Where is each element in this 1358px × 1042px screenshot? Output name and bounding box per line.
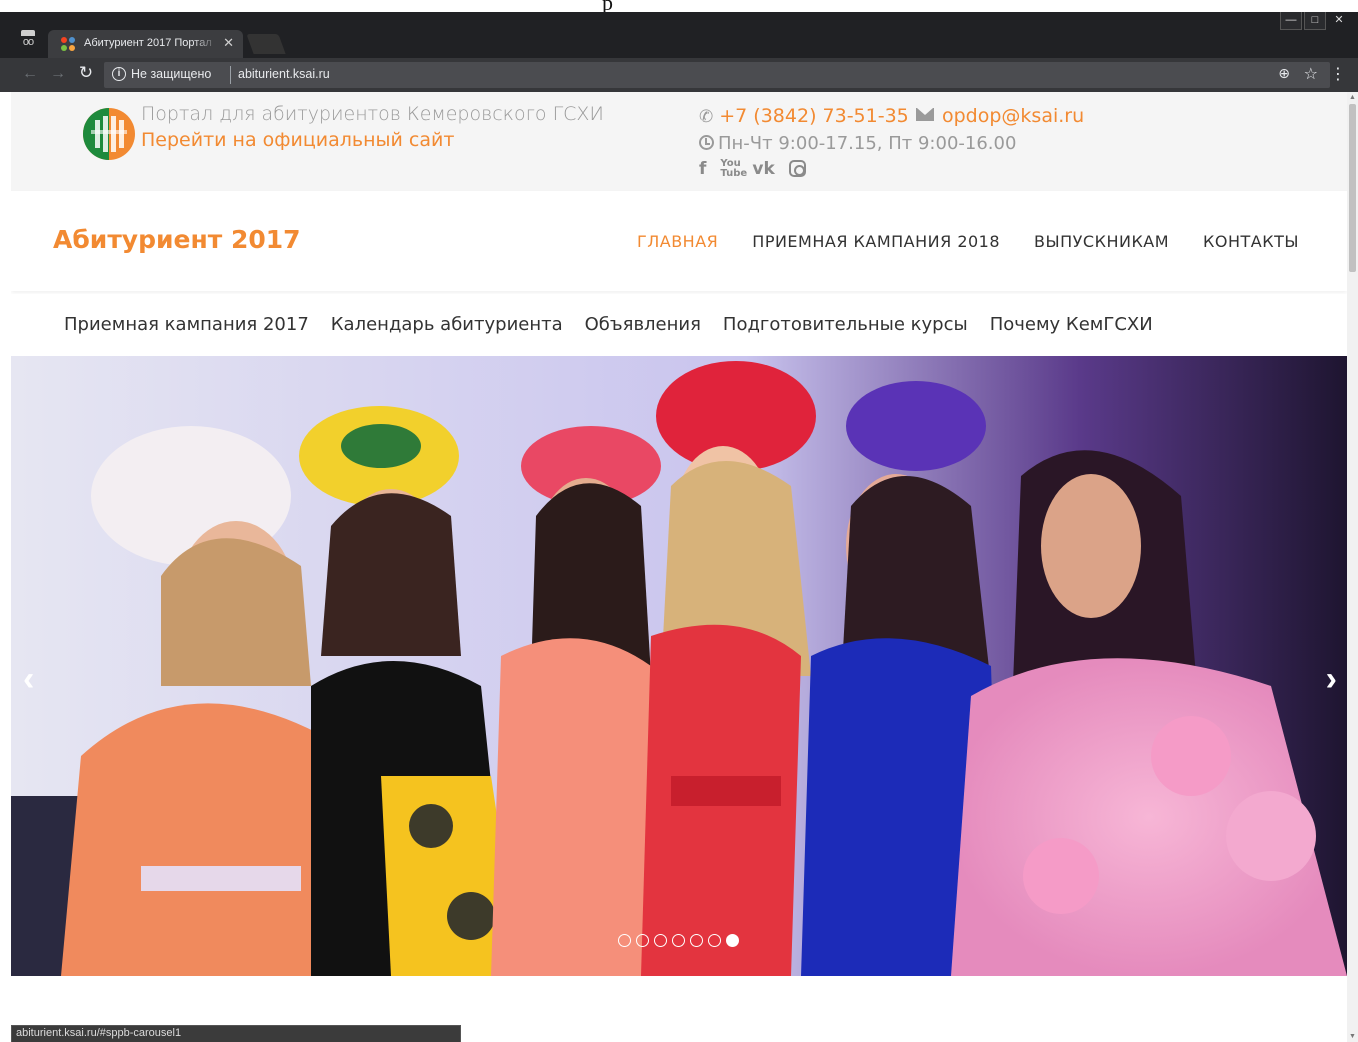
official-site-link[interactable]: Перейти на официальный сайт — [141, 129, 454, 151]
back-arrow-icon[interactable]: ← — [20, 65, 40, 83]
browser-toolbar: ← → ↻ i Не защищено abiturient.ksai.ru ⊕… — [0, 58, 1358, 92]
nav-item-graduates[interactable]: ВЫПУСКНИКАМ — [1034, 232, 1169, 251]
web-page: Портал для абитуриентов Кемеровского ГСХ… — [11, 92, 1347, 1042]
tab-bar: oo Абитуриент 2017 Портал ✕ — □ ✕ — [0, 12, 1358, 58]
envelope-icon — [916, 108, 934, 121]
new-tab-button[interactable] — [246, 34, 286, 54]
site-header: Абитуриент 2017 ГЛАВНАЯ ПРИЕМНАЯ КАМПАНИ… — [11, 191, 1347, 291]
url-text[interactable]: abiturient.ksai.ru — [238, 67, 330, 81]
carousel-dot[interactable] — [690, 934, 703, 947]
top-info-bar: Портал для абитуриентов Кемеровского ГСХ… — [11, 92, 1347, 191]
bookmark-star-icon[interactable]: ☆ — [1304, 64, 1318, 84]
working-hours: Пн-Чт 9:00-17.15, Пт 9:00-16.00 — [699, 133, 1016, 154]
tab-close-icon[interactable]: ✕ — [223, 35, 234, 51]
carousel-dot[interactable] — [672, 934, 685, 947]
carousel-next-icon[interactable]: › — [1326, 660, 1337, 699]
joomla-favicon-icon — [61, 37, 75, 51]
status-bar: abiturient.ksai.ru/#sppb-carousel1 — [11, 1025, 461, 1042]
nav-item-contacts[interactable]: КОНТАКТЫ — [1203, 232, 1299, 251]
subnav-item-calendar[interactable]: Календарь абитуриента — [331, 314, 563, 335]
carousel-dot[interactable] — [654, 934, 667, 947]
nav-item-home[interactable]: ГЛАВНАЯ — [637, 232, 718, 251]
main-nav: ГЛАВНАЯ ПРИЕМНАЯ КАМПАНИЯ 2018 ВЫПУСКНИК… — [637, 232, 1299, 251]
hero-carousel[interactable]: ‹ › — [11, 356, 1347, 976]
carousel-dot[interactable] — [708, 934, 721, 947]
maximize-button[interactable]: □ — [1304, 12, 1326, 30]
minimize-button[interactable]: — — [1280, 12, 1302, 30]
close-window-button[interactable]: ✕ — [1328, 12, 1350, 30]
page-scrollbar[interactable]: ▲ ▼ — [1347, 92, 1358, 1042]
subnav-item-prep-courses[interactable]: Подготовительные курсы — [723, 314, 968, 335]
subnav-item-announcements[interactable]: Объявления — [585, 314, 701, 335]
forward-arrow-icon[interactable]: → — [48, 65, 68, 83]
reload-icon[interactable]: ↻ — [76, 63, 96, 83]
portal-title: Портал для абитуриентов Кемеровского ГСХ… — [141, 103, 604, 125]
youtube-icon[interactable]: You Tube — [720, 159, 747, 179]
scroll-up-icon[interactable]: ▲ — [1349, 94, 1356, 101]
scroll-down-icon[interactable]: ▼ — [1349, 1033, 1356, 1040]
carousel-prev-icon[interactable]: ‹ — [23, 660, 34, 699]
contact-email[interactable]: opdop@ksai.ru — [916, 105, 1084, 127]
top-strip: р — [0, 0, 1358, 15]
security-label[interactable]: Не защищено — [131, 67, 211, 81]
nav-item-admission-2018[interactable]: ПРИЕМНАЯ КАМПАНИЯ 2018 — [752, 232, 1000, 251]
phone-number[interactable]: +7 (3842) 73-51-35 — [719, 105, 909, 127]
contact-phone[interactable]: ✆ +7 (3842) 73-51-35 — [699, 105, 909, 127]
carousel-dot[interactable] — [618, 934, 631, 947]
address-bar[interactable]: i Не защищено abiturient.ksai.ru ⊕ ☆ — [104, 62, 1330, 88]
sub-nav: Приемная кампания 2017 Календарь абитури… — [11, 294, 1347, 356]
vk-icon[interactable]: vk — [752, 159, 774, 179]
browser-menu-icon[interactable]: ⋮ — [1330, 64, 1346, 84]
clock-icon — [699, 135, 714, 150]
address-separator — [230, 66, 231, 84]
carousel-dot[interactable] — [726, 934, 739, 947]
browser-chrome: oo Абитуриент 2017 Портал ✕ — □ ✕ ← → ↻ … — [0, 12, 1358, 92]
status-url: abiturient.ksai.ru/#sppb-carousel1 — [16, 1027, 182, 1039]
browser-tab[interactable]: Абитуриент 2017 Портал ✕ — [48, 30, 243, 58]
facebook-icon[interactable]: f — [699, 159, 706, 179]
phone-icon: ✆ — [699, 107, 714, 127]
social-links: f You Tube vk — [699, 159, 806, 179]
instagram-icon[interactable] — [788, 160, 806, 177]
scrollbar-thumb[interactable] — [1349, 104, 1356, 272]
subnav-item-admission-2017[interactable]: Приемная кампания 2017 — [64, 314, 309, 335]
window-controls: — □ ✕ — [1278, 12, 1350, 32]
subnav-item-why-us[interactable]: Почему КемГСХИ — [990, 314, 1153, 335]
carousel-indicators — [618, 934, 739, 947]
site-title[interactable]: Абитуриент 2017 — [53, 225, 301, 254]
zoom-icon[interactable]: ⊕ — [1278, 65, 1290, 82]
institute-logo[interactable] — [81, 106, 137, 162]
carousel-dot[interactable] — [636, 934, 649, 947]
carousel-slide-image — [11, 356, 1347, 976]
hours-text: Пн-Чт 9:00-17.15, Пт 9:00-16.00 — [718, 133, 1017, 154]
tab-title: Абитуриент 2017 Портал — [84, 37, 212, 49]
incognito-icon: oo — [18, 30, 38, 50]
email-address[interactable]: opdop@ksai.ru — [942, 105, 1084, 127]
info-icon[interactable]: i — [112, 67, 126, 81]
